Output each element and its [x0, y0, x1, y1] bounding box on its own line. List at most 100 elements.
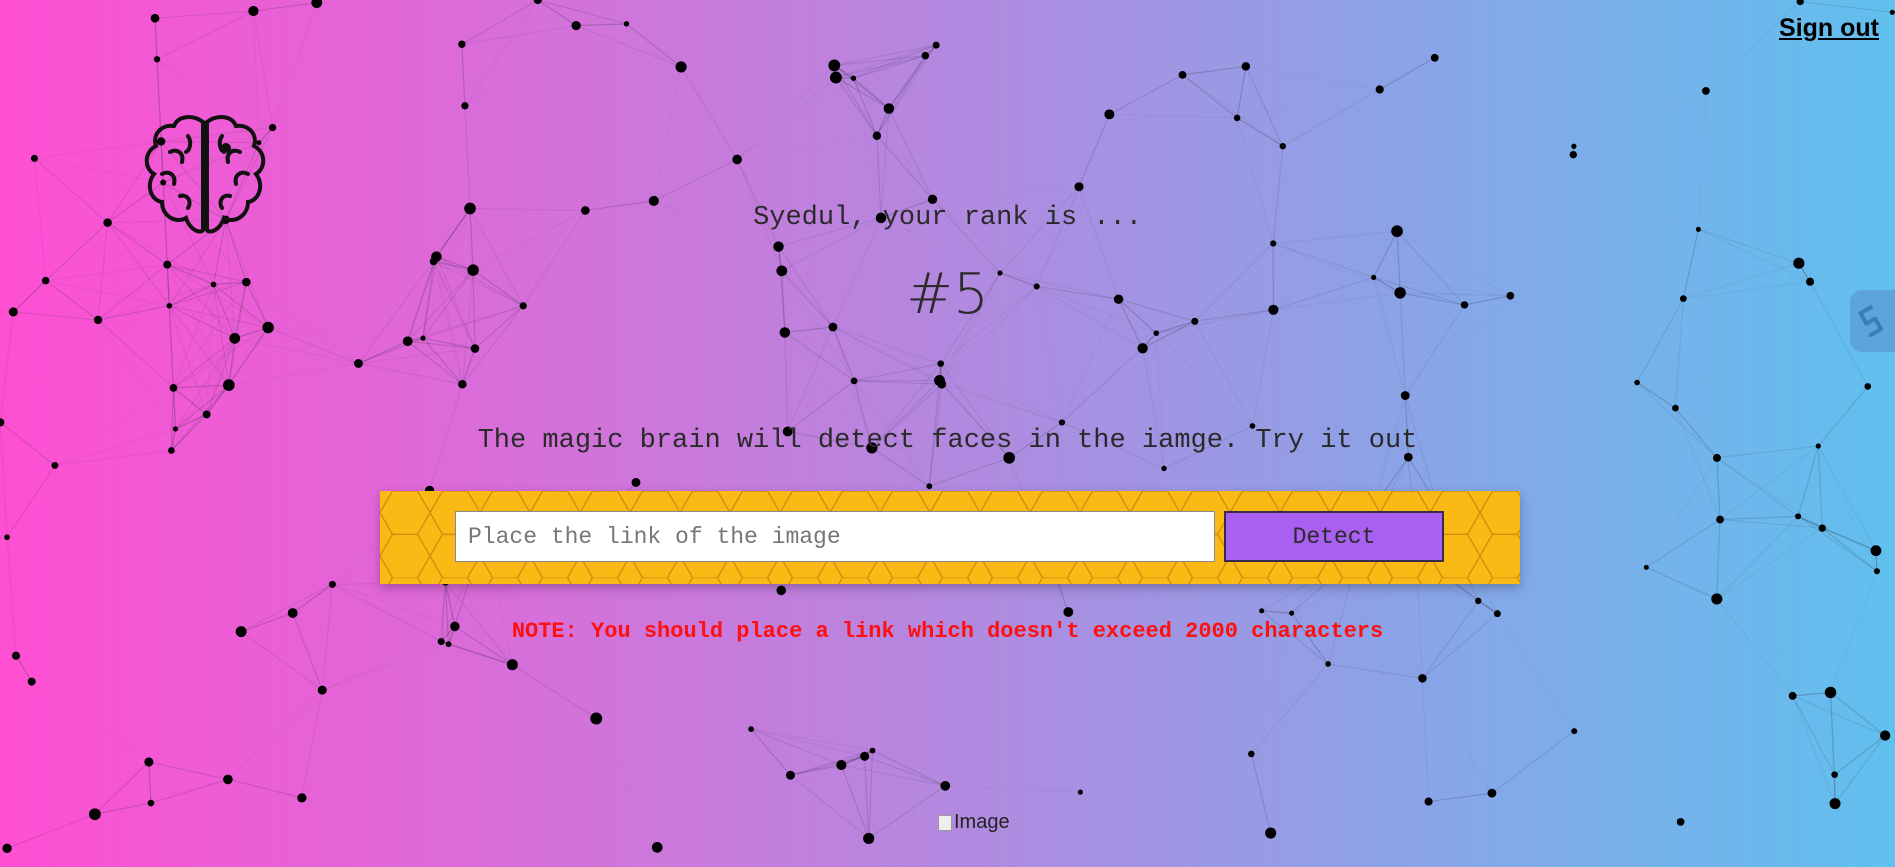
network-node: [571, 20, 581, 31]
network-node: [590, 712, 603, 725]
network-node: [1569, 150, 1577, 159]
network-edge: [1182, 65, 1246, 76]
network-edge: [1792, 695, 1836, 804]
network-edge: [864, 755, 946, 787]
network-node: [1864, 383, 1872, 390]
network-node: [317, 685, 327, 695]
network-edge: [575, 25, 682, 68]
network-node: [863, 832, 875, 845]
network-edge: [6, 465, 56, 538]
network-node: [1058, 419, 1066, 426]
network-node: [651, 842, 663, 853]
network-edge: [576, 23, 627, 27]
sign-out-link[interactable]: Sign out: [1779, 14, 1879, 43]
network-edge: [1817, 445, 1877, 551]
network-edge: [1421, 678, 1430, 802]
network-edge: [1182, 74, 1284, 147]
network-edge: [750, 728, 791, 776]
result-image-alt: Image: [954, 811, 1010, 833]
network-node: [1241, 62, 1251, 71]
network-node: [1475, 597, 1482, 605]
network-node: [470, 344, 480, 353]
network-node: [353, 359, 363, 368]
network-node: [860, 751, 870, 761]
network-edge: [154, 10, 254, 19]
network-node: [150, 13, 160, 23]
network-edge: [234, 337, 359, 365]
network-node: [1137, 343, 1148, 354]
network-node: [311, 0, 323, 9]
detect-button[interactable]: Detect: [1224, 511, 1444, 562]
network-node: [932, 41, 940, 49]
network-node: [1259, 608, 1265, 614]
network-node: [420, 335, 426, 341]
network-node: [1873, 568, 1880, 575]
network-edge: [1830, 692, 1886, 736]
network-edge: [1250, 663, 1329, 755]
network-node: [1634, 379, 1640, 386]
network-edge: [868, 750, 874, 839]
network-edge: [227, 778, 303, 799]
network-edge: [1646, 566, 1718, 600]
network-node: [921, 51, 930, 60]
network-node: [1788, 691, 1797, 700]
network-node: [1265, 827, 1277, 839]
network-node: [458, 379, 467, 389]
network-edge: [1573, 91, 1706, 155]
network-node: [1270, 240, 1277, 247]
network-edge: [94, 761, 150, 815]
network-node: [675, 61, 687, 73]
network-node: [623, 21, 630, 27]
network-node: [88, 808, 101, 821]
network-node: [1161, 465, 1167, 472]
network-edge: [441, 640, 513, 666]
network-edge: [464, 0, 539, 107]
network-edge: [1716, 527, 1823, 600]
network-node: [1870, 545, 1882, 557]
network-edge: [1817, 445, 1823, 529]
network-edge: [1491, 730, 1575, 794]
network-edge: [751, 728, 873, 752]
network-node: [11, 651, 21, 660]
network-edge: [1797, 515, 1878, 572]
network-node: [461, 102, 469, 110]
network-node: [1493, 610, 1501, 618]
network-edge: [228, 632, 241, 780]
network-node: [1818, 524, 1827, 532]
network-edge: [1236, 66, 1247, 119]
network-node: [223, 379, 235, 391]
network-node: [1400, 391, 1410, 400]
network-node: [1880, 730, 1891, 741]
network-edge: [1194, 321, 1253, 427]
network-edge: [1246, 66, 1380, 89]
image-url-input[interactable]: [455, 511, 1215, 562]
network-edge: [32, 682, 149, 762]
network-node: [732, 154, 742, 165]
network-node: [223, 774, 233, 785]
network-edge: [1645, 457, 1718, 568]
result-image: Image: [938, 811, 1010, 834]
network-node: [1424, 797, 1433, 806]
network-node: [850, 377, 858, 385]
network-edge: [322, 640, 442, 691]
network-node: [937, 379, 947, 389]
network-node: [1077, 789, 1083, 795]
network-edge: [537, 0, 627, 25]
network-node: [1325, 661, 1331, 667]
network-edge: [787, 380, 855, 432]
network-node: [1716, 515, 1724, 524]
network-edge: [150, 778, 229, 804]
network-edge: [537, 0, 577, 27]
network-node: [1824, 686, 1837, 699]
network-edge: [654, 67, 681, 201]
network-edge: [1797, 445, 1819, 517]
network-edge: [1428, 792, 1493, 803]
network-edge: [876, 135, 933, 200]
network-node: [1430, 53, 1439, 62]
network-edge: [465, 26, 576, 106]
network-edge: [841, 764, 946, 787]
length-note: NOTE: You should place a link which does…: [511, 619, 1384, 644]
network-edge: [784, 332, 789, 432]
network-node: [229, 332, 241, 344]
network-edge: [148, 761, 229, 781]
